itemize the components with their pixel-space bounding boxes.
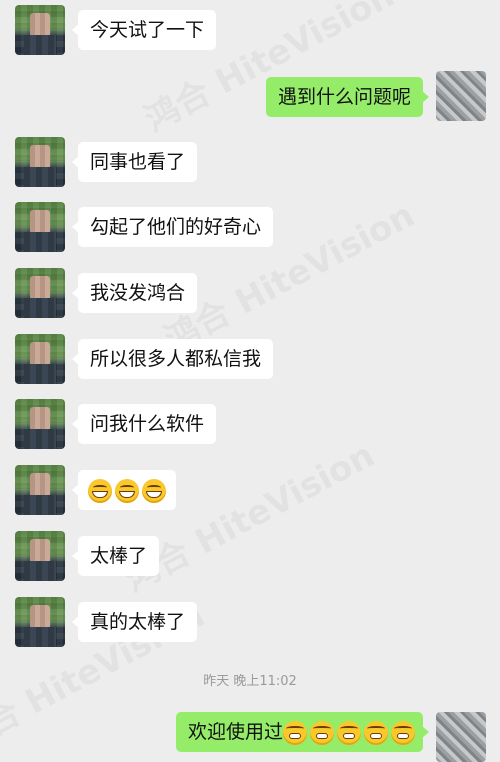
message-bubble[interactable]: 勾起了他们的好奇心 (71, 207, 274, 247)
hugging-face-icon (391, 720, 415, 745)
message-bubble[interactable]: 遇到什么问题呢 (265, 77, 430, 117)
contact-avatar[interactable] (15, 334, 65, 384)
message-bubble[interactable]: 欢迎使用过 (175, 712, 430, 752)
grinning-face-icon (88, 478, 112, 503)
message-text: 同事也看了 (90, 151, 186, 173)
contact-avatar[interactable] (15, 399, 65, 449)
timestamp: 昨天 晚上11:02 (203, 674, 297, 689)
message-text: 遇到什么问题呢 (277, 86, 411, 108)
message-text: 问我什么软件 (90, 413, 205, 435)
message-text: 太棒了 (90, 545, 148, 567)
hugging-face-icon (364, 720, 388, 745)
hugging-face-icon (337, 720, 361, 745)
message-bubble[interactable]: 同事也看了 (71, 142, 198, 182)
grinning-face-icon (142, 478, 166, 503)
message-text: 所以很多人都私信我 (90, 348, 262, 370)
message-bubble[interactable]: 我没发鸿合 (71, 273, 198, 313)
hugging-face-icon (283, 720, 307, 745)
my-avatar[interactable] (436, 712, 486, 762)
contact-avatar[interactable] (15, 465, 65, 515)
message-bubble[interactable]: 太棒了 (71, 536, 160, 576)
message-text: 我没发鸿合 (90, 282, 186, 304)
message-bubble[interactable]: 今天试了一下 (71, 10, 217, 50)
contact-avatar[interactable] (15, 531, 65, 581)
contact-avatar[interactable] (15, 597, 65, 647)
hugging-face-icon (310, 720, 334, 745)
contact-avatar[interactable] (15, 137, 65, 187)
contact-avatar[interactable] (15, 268, 65, 318)
message-bubble[interactable]: 问我什么软件 (71, 404, 217, 444)
message-text: 真的太棒了 (90, 611, 186, 633)
message-bubble[interactable]: 真的太棒了 (71, 602, 198, 642)
message-text: 勾起了他们的好奇心 (90, 216, 262, 238)
message-text: 今天试了一下 (90, 19, 205, 41)
my-avatar[interactable] (436, 71, 486, 121)
contact-avatar[interactable] (15, 5, 65, 55)
grinning-face-icon (115, 478, 139, 503)
message-text: 欢迎使用过 (187, 721, 283, 743)
message-bubble[interactable]: 所以很多人都私信我 (71, 339, 274, 379)
contact-avatar[interactable] (15, 202, 65, 252)
message-bubble[interactable] (72, 470, 176, 510)
